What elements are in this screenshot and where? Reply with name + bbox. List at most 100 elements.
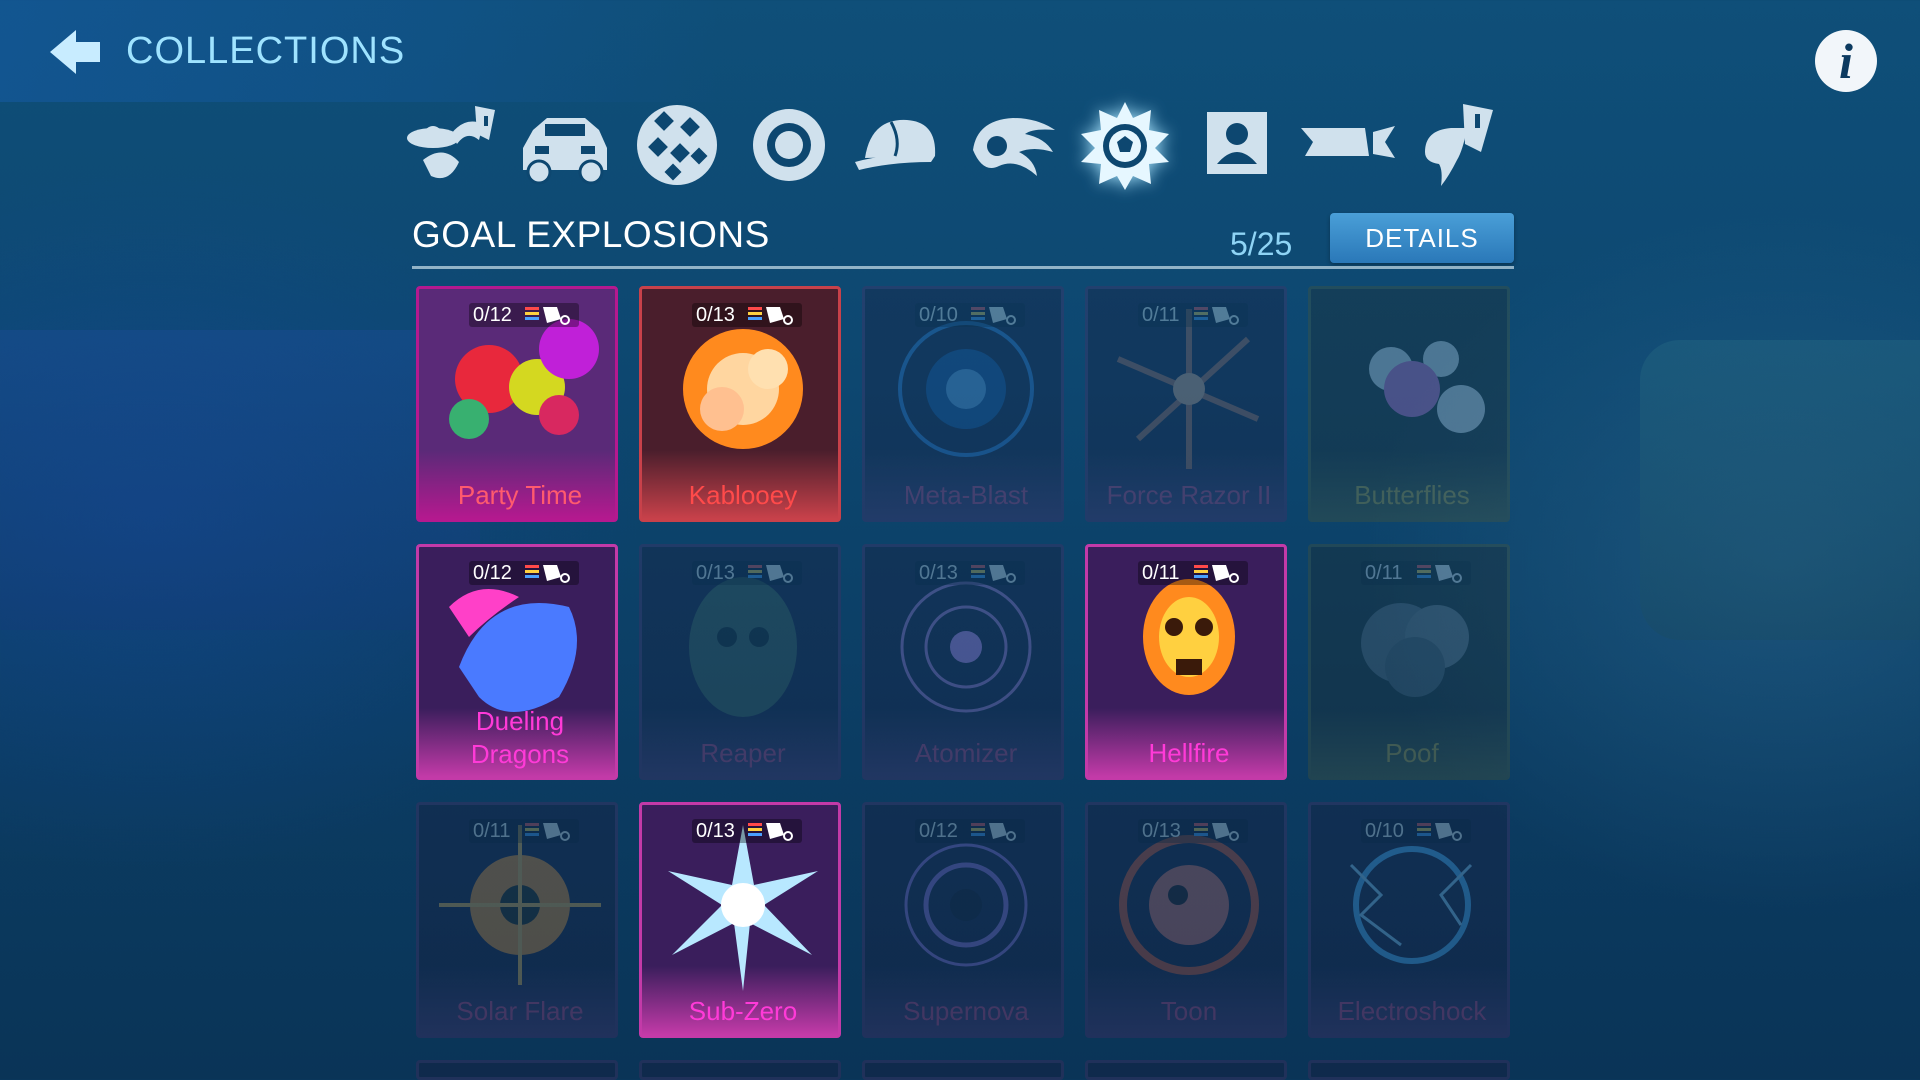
goal-explosion-name: Electroshock — [1337, 996, 1487, 1026]
paint-count-text: 0/13 — [696, 562, 735, 584]
goal-explosion-card[interactable]: 0/11 Force Razor II — [1085, 286, 1287, 522]
category-decals[interactable] — [624, 95, 730, 195]
goal-explosion-name: Party Time — [457, 480, 583, 510]
paint-count-badge: 0/12 — [469, 303, 579, 327]
goal-explosion-name: Solar Flare — [456, 996, 584, 1026]
player-banner-icon — [1207, 112, 1267, 174]
category-rocket-boosts[interactable] — [960, 95, 1066, 195]
paint-count-badge: 0/10 — [1361, 819, 1471, 843]
goal-explosion-card[interactable]: 0/11 Hellfire — [1085, 544, 1287, 780]
paint-count-text: 0/13 — [919, 562, 958, 584]
goal-explosion-card[interactable] — [639, 1060, 841, 1080]
details-button[interactable]: DETAILS — [1330, 213, 1514, 263]
goal-explosion-name: Supernova — [903, 996, 1029, 1026]
paint-bucket-icon — [971, 823, 1016, 841]
paint-count-badge: 0/12 — [915, 819, 1025, 843]
goal-explosion-grid: 0/12 Party Time 0/13 Kablooey 0/10 Meta-Blast… — [416, 286, 1516, 1080]
hat-icon — [855, 119, 936, 170]
paint-bucket-icon — [525, 565, 570, 583]
paint-count-text: 0/13 — [1142, 820, 1181, 842]
paint-count-badge: 0/11 — [1138, 303, 1248, 327]
category-car-bodies[interactable] — [512, 95, 618, 195]
paint-count-text: 0/11 — [1142, 562, 1180, 584]
category-antennas[interactable] — [1408, 95, 1514, 195]
category-wheels[interactable] — [736, 95, 842, 195]
wheels-icon — [753, 109, 825, 181]
goal-explosion-name: Dueling Dragons — [470, 706, 570, 769]
collection-count: 5/25 — [1230, 226, 1293, 262]
paint-count-text: 0/11 — [473, 820, 511, 842]
paint-bucket-icon — [971, 565, 1016, 583]
paint-count-badge: 0/13 — [1138, 819, 1248, 843]
category-toppers[interactable] — [400, 95, 506, 195]
paint-bucket-icon — [1194, 823, 1239, 841]
goal-explosion-card[interactable]: 0/13 Reaper — [639, 544, 841, 780]
goal-explosion-card[interactable]: 0/13 Atomizer — [862, 544, 1064, 780]
paint-bucket-icon — [1417, 565, 1462, 583]
goal-explosion-card[interactable]: 0/12 Party Time — [416, 286, 618, 522]
goal-explosion-card[interactable]: 0/10 Electroshock — [1308, 802, 1510, 1038]
category-player-banners[interactable] — [1184, 95, 1290, 195]
goal-explosion-card[interactable] — [416, 1060, 618, 1080]
paint-bucket-icon — [525, 823, 570, 841]
paint-count-text: 0/13 — [696, 304, 735, 326]
rocket-boost-icon — [973, 118, 1055, 176]
paint-count-badge: 0/11 — [469, 819, 579, 843]
goal-explosion-card[interactable]: Butterflies — [1308, 286, 1510, 522]
decal-icon — [637, 105, 717, 185]
paint-count-text: 0/12 — [919, 820, 958, 842]
back-arrow-icon — [50, 30, 100, 74]
category-hats[interactable] — [848, 95, 954, 195]
paint-count-text: 0/10 — [1365, 820, 1404, 842]
category-trails[interactable] — [1296, 95, 1402, 195]
paint-count-badge: 0/13 — [692, 819, 802, 843]
paint-count-badge: 0/13 — [915, 561, 1025, 585]
paint-count-text: 0/11 — [1142, 304, 1180, 326]
info-button[interactable]: i — [1815, 30, 1877, 92]
paint-count-text: 0/12 — [473, 562, 512, 584]
background-car-right — [1640, 340, 1920, 640]
goal-explosion-card[interactable]: 0/10 Meta-Blast — [862, 286, 1064, 522]
goal-explosion-card[interactable]: 0/11 Solar Flare — [416, 802, 618, 1038]
paint-bucket-icon — [748, 307, 793, 325]
paint-bucket-icon — [748, 565, 793, 583]
goal-explosion-icon — [1081, 102, 1169, 190]
paint-bucket-icon — [748, 823, 793, 841]
goal-explosion-card[interactable]: 0/13 Toon — [1085, 802, 1287, 1038]
paint-count-text: 0/13 — [696, 820, 735, 842]
paint-bucket-icon — [525, 307, 570, 325]
goal-explosion-name: Atomizer — [914, 738, 1018, 768]
page-title: COLLECTIONS — [126, 30, 406, 72]
goal-explosion-card[interactable] — [1308, 1060, 1510, 1080]
back-button[interactable] — [46, 28, 102, 76]
goal-explosion-card[interactable]: 0/11 Poof — [1308, 544, 1510, 780]
paint-count-badge: 0/13 — [692, 561, 802, 585]
paint-count-badge: 0/12 — [469, 561, 579, 585]
goal-explosion-name: Reaper — [700, 738, 786, 768]
paint-count-badge: 0/13 — [692, 303, 802, 327]
paint-bucket-icon — [1194, 565, 1239, 583]
car-body-icon — [523, 118, 607, 185]
goal-explosion-name: Butterflies — [1354, 480, 1470, 510]
goal-explosion-card[interactable]: 0/13 Kablooey — [639, 286, 841, 522]
goal-explosion-card[interactable]: 0/12 Supernova — [862, 802, 1064, 1038]
goal-explosion-card[interactable] — [862, 1060, 1064, 1080]
paint-count-text: 0/10 — [919, 304, 958, 326]
category-bar — [400, 95, 1520, 195]
goal-explosion-card[interactable] — [1085, 1060, 1287, 1080]
trail-icon — [1301, 126, 1395, 158]
background-car-left — [0, 330, 480, 630]
category-goal-explosions[interactable] — [1072, 95, 1178, 195]
paint-bucket-icon — [1194, 307, 1239, 325]
toppers-icon — [407, 106, 495, 179]
antenna-icon — [1425, 104, 1493, 186]
goal-explosion-card[interactable]: 0/12 Dueling Dragons — [416, 544, 618, 780]
paint-bucket-icon — [1417, 823, 1462, 841]
goal-explosion-name: Toon — [1160, 996, 1218, 1026]
goal-explosion-name: Poof — [1385, 738, 1439, 768]
goal-explosion-name: Meta-Blast — [903, 480, 1029, 510]
section-divider — [412, 266, 1514, 269]
goal-explosion-card[interactable]: 0/13 Sub-Zero — [639, 802, 841, 1038]
paint-count-text: 0/12 — [473, 304, 512, 326]
paint-count-text: 0/11 — [1365, 562, 1403, 584]
